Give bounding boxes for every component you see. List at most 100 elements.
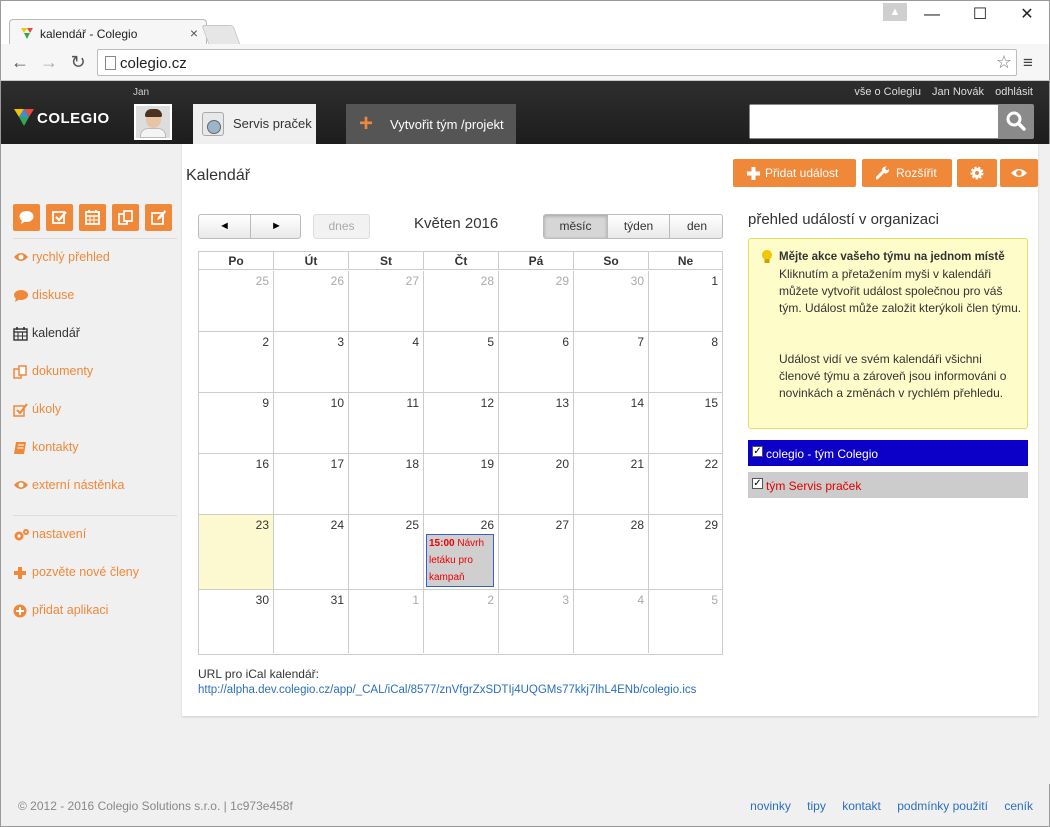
address-bar[interactable]: ☆ [97, 49, 1017, 76]
quick-edit-button[interactable] [145, 204, 172, 231]
calendar-filter-checkbox[interactable]: ✓ [752, 446, 763, 457]
calendar-day-cell[interactable]: 31 [274, 590, 349, 653]
extend-button[interactable]: Rozšířit [862, 159, 952, 187]
calendar-day-cell[interactable]: 26 15:00 Návrh letáku pro kampaň [424, 515, 499, 589]
forward-button[interactable]: → [38, 51, 60, 73]
footer-link-tips[interactable]: tipy [807, 799, 826, 813]
team-tab-servis-pracek[interactable]: Servis praček [193, 104, 316, 144]
quick-calendar-button[interactable] [79, 204, 106, 231]
calendar-day-cell[interactable]: 22 [649, 454, 722, 514]
footer-link-contact[interactable]: kontakt [842, 799, 881, 813]
calendar-day-cell[interactable]: 29 [499, 271, 574, 331]
browser-tab[interactable]: kalendář - Colegio × [9, 19, 207, 46]
calendar-day-cell[interactable]: 16 [199, 454, 274, 514]
minimize-button[interactable]: — [912, 5, 952, 25]
today-button[interactable]: dnes [313, 214, 370, 239]
calendar-day-cell[interactable]: 3 [274, 332, 349, 392]
calendar-filter-servis-pracek[interactable]: ✓ tým Servis praček [748, 472, 1028, 498]
calendar-filter-colegio[interactable]: ✓ colegio - tým Colegio [748, 440, 1028, 466]
weekday-header-cell: Út [274, 252, 349, 270]
ical-url-link[interactable]: http://alpha.dev.colegio.cz/app/_CAL/iCa… [198, 684, 696, 696]
calendar-day-cell[interactable]: 1 [349, 590, 424, 653]
calendar-day-cell[interactable]: 1 [649, 271, 722, 331]
calendar-event[interactable]: 15:00 Návrh letáku pro kampaň [426, 534, 494, 587]
back-button[interactable]: ← [9, 51, 31, 73]
calendar-day-cell[interactable]: 4 [349, 332, 424, 392]
calendar-day-cell[interactable]: 17 [274, 454, 349, 514]
calendar-day-cell[interactable]: 2 [199, 332, 274, 392]
calendar-day-cell[interactable]: 27 [349, 271, 424, 331]
calendar-day-cell[interactable]: 30 [199, 590, 274, 653]
calendar-day-cell[interactable]: 23 [199, 515, 274, 589]
calendar-day-cell[interactable]: 28 [424, 271, 499, 331]
browser-menu-icon[interactable]: ≡ [1023, 53, 1033, 73]
documents-icon [13, 365, 27, 379]
view-month-button[interactable]: měsíc [544, 215, 608, 238]
avatar[interactable] [134, 104, 172, 140]
search-box[interactable] [749, 104, 999, 139]
eye-icon [14, 481, 28, 489]
calendar-day-cell[interactable]: 18 [349, 454, 424, 514]
calendar-day-cell[interactable]: 30 [574, 271, 649, 331]
maximize-button[interactable]: ☐ [960, 5, 1000, 25]
profile-icon[interactable]: ▲ [883, 3, 907, 21]
calendar-day-cell[interactable]: 21 [574, 454, 649, 514]
calendar-day-cell[interactable]: 14 [574, 393, 649, 453]
calendar-day-cell[interactable]: 8 [649, 332, 722, 392]
calendar-day-cell[interactable]: 27 [499, 515, 574, 589]
link-about[interactable]: vše o Colegiu [854, 86, 921, 98]
search-input[interactable] [750, 105, 998, 138]
calendar-day-cell[interactable]: 4 [574, 590, 649, 653]
calendar-day-cell[interactable]: 3 [499, 590, 574, 653]
calendar-day-cell[interactable]: 12 [424, 393, 499, 453]
calendar-day-cell[interactable]: 25 [199, 271, 274, 331]
calendar-day-cell[interactable]: 28 [574, 515, 649, 589]
link-logout[interactable]: odhlásit [995, 86, 1033, 98]
close-window-button[interactable]: ✕ [1007, 5, 1047, 25]
day-number: 24 [330, 518, 344, 532]
colegio-logo[interactable]: COLEGIO [13, 106, 113, 130]
view-toggle-button[interactable] [1000, 159, 1038, 187]
footer-link-terms[interactable]: podmínky použití [897, 799, 988, 813]
quick-tasks-button[interactable] [46, 204, 73, 231]
calendar-day-cell[interactable]: 5 [424, 332, 499, 392]
calendar-day-cell[interactable]: 6 [499, 332, 574, 392]
calendar-filter-checkbox[interactable]: ✓ [752, 478, 763, 489]
quick-documents-button[interactable] [112, 204, 139, 231]
quick-discussion-button[interactable] [13, 204, 40, 231]
calendar-day-cell[interactable]: 13 [499, 393, 574, 453]
app-header: COLEGIO Jan Servis praček + Vytvořit tým… [0, 81, 1050, 144]
calendar-day-cell[interactable]: 15 [649, 393, 722, 453]
overview-title: přehled událostí v organizaci [748, 211, 939, 228]
calendar-day-cell[interactable]: 11 [349, 393, 424, 453]
create-team-button[interactable]: + Vytvořit tým /projekt [346, 104, 516, 144]
reload-button[interactable]: ↻ [67, 51, 89, 73]
footer-link-pricing[interactable]: ceník [1004, 799, 1033, 813]
prev-month-button[interactable]: ◄ [199, 215, 250, 238]
footer-link-news[interactable]: novinky [750, 799, 791, 813]
link-profile[interactable]: Jan Novák [932, 86, 984, 98]
calendar-day-cell[interactable]: 10 [274, 393, 349, 453]
calendar-day-cell[interactable]: 20 [499, 454, 574, 514]
calendar-day-cell[interactable]: 29 [649, 515, 722, 589]
day-number: 18 [405, 457, 419, 471]
calendar-day-cell[interactable]: 2 [424, 590, 499, 653]
next-month-button[interactable]: ► [251, 215, 302, 238]
view-week-button[interactable]: týden [608, 215, 670, 238]
day-number: 26 [480, 518, 494, 532]
calendar-day-cell[interactable]: 7 [574, 332, 649, 392]
tab-close-icon[interactable]: × [190, 25, 198, 41]
bookmark-star-icon[interactable]: ☆ [996, 52, 1012, 73]
settings-button[interactable] [957, 159, 997, 187]
view-day-button[interactable]: den [670, 215, 722, 238]
calendar-day-cell[interactable]: 5 [649, 590, 722, 653]
calendar-day-cell[interactable]: 24 [274, 515, 349, 589]
calendar-day-cell[interactable]: 25 [349, 515, 424, 589]
new-tab-button[interactable] [201, 25, 241, 45]
calendar-day-cell[interactable]: 9 [199, 393, 274, 453]
calendar-day-cell[interactable]: 19 [424, 454, 499, 514]
search-button[interactable] [998, 104, 1034, 139]
add-event-button[interactable]: Přidat událost [733, 159, 856, 187]
calendar-day-cell[interactable]: 26 [274, 271, 349, 331]
url-input[interactable] [120, 53, 970, 73]
